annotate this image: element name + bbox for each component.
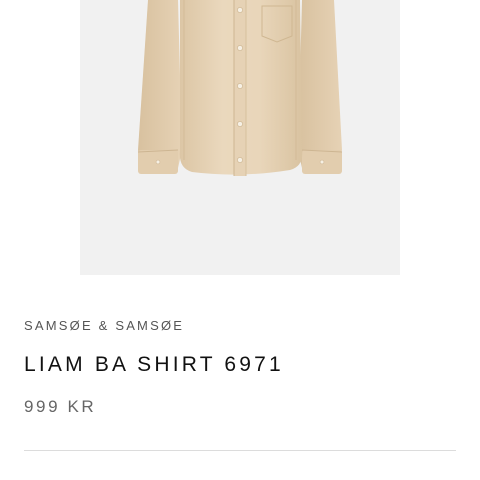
product-title: LIAM BA SHIRT 6971 bbox=[24, 353, 284, 376]
product-price: 999 KR bbox=[24, 397, 97, 416]
brand-name[interactable]: SAMSØE & SAMSØE bbox=[24, 318, 184, 334]
product-page: SAMSØE & SAMSØE LIAM BA SHIRT 6971 999 K… bbox=[0, 0, 480, 480]
shirt-illustration bbox=[137, 0, 343, 176]
product-image[interactable] bbox=[80, 0, 400, 275]
divider bbox=[24, 450, 456, 451]
